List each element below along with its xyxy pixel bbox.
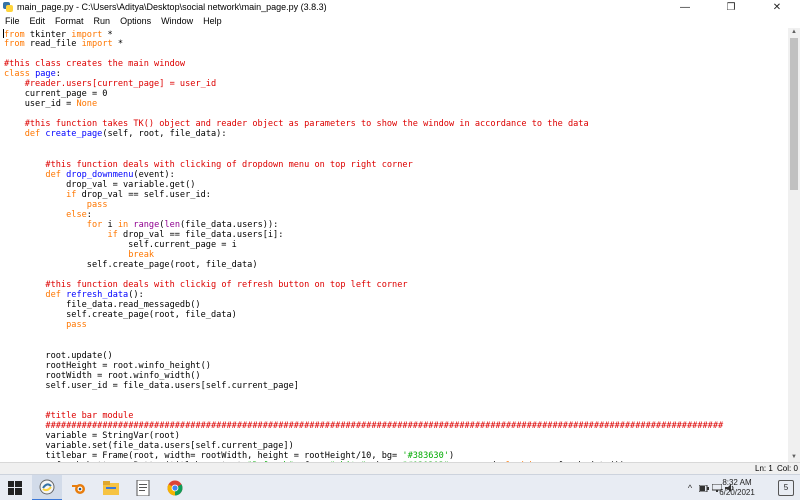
code-line[interactable]: else: [4, 210, 788, 220]
menu-bar: File Edit Format Run Options Window Help [0, 14, 800, 28]
code-line[interactable]: user_id = None [4, 99, 788, 109]
code-line[interactable] [4, 330, 788, 340]
battery-icon[interactable] [698, 475, 710, 500]
code-line[interactable]: #this class creates the main window [4, 59, 788, 69]
code-line[interactable]: for i in range(len(file_data.users)): [4, 220, 788, 230]
idle-python-icon[interactable] [32, 475, 62, 500]
code-line[interactable]: break [4, 250, 788, 260]
code-line[interactable]: rootHeight = root.winfo_height() [4, 361, 788, 371]
close-button[interactable]: ✕ [754, 0, 800, 14]
clock-date: 6/20/2021 [719, 488, 755, 497]
clock-time: 8:32 AM [722, 478, 752, 487]
code-line[interactable] [4, 391, 788, 401]
scroll-up-arrow-icon[interactable]: ▲ [788, 28, 800, 37]
code-line[interactable]: if drop_val == file_data.users[i]: [4, 230, 788, 240]
menu-window[interactable]: Window [156, 16, 198, 26]
code-line[interactable]: self.create_page(root, file_data) [4, 260, 788, 270]
code-line[interactable]: #this function deals with clicking of dr… [4, 160, 788, 170]
code-line[interactable] [4, 340, 788, 350]
menu-help[interactable]: Help [198, 16, 227, 26]
window-title: main_page.py - C:\Users\Aditya\Desktop\s… [17, 2, 327, 12]
menu-edit[interactable]: Edit [25, 16, 51, 26]
code-line[interactable] [4, 270, 788, 280]
code-line[interactable]: #title bar module [4, 411, 788, 421]
code-editor[interactable]: from tkinter import * from read_file impo… [0, 28, 788, 462]
python-idle-icon [3, 2, 13, 12]
code-line[interactable]: def refresh_data(): [4, 290, 788, 300]
menu-run[interactable]: Run [89, 16, 116, 26]
code-line[interactable]: titlebar = Frame(root, width= rootWidth,… [4, 451, 788, 461]
file-explorer-icon[interactable] [96, 475, 126, 500]
code-line[interactable] [4, 49, 788, 59]
code-line[interactable]: from read_file import * [4, 39, 788, 49]
code-line[interactable]: current_page = 0 [4, 89, 788, 99]
code-line[interactable]: def create_page(self, root, file_data): [4, 129, 788, 139]
code-line[interactable]: pass [4, 320, 788, 330]
code-line[interactable] [4, 401, 788, 411]
notification-center-icon[interactable]: 5 [778, 480, 794, 496]
blender-icon[interactable] [64, 475, 94, 500]
code-line[interactable]: root.update() [4, 351, 788, 361]
code-line[interactable] [4, 109, 788, 119]
code-line[interactable]: from tkinter import * [3, 29, 788, 40]
status-bar: Ln: 1 Col: 0 [0, 462, 800, 474]
window-title-bar: main_page.py - C:\Users\Aditya\Desktop\s… [0, 0, 800, 14]
taskbar: ^ 8:32 AM 6/20/2021 5 [0, 474, 800, 500]
code-line[interactable]: self.create_page(root, file_data) [4, 310, 788, 320]
line-indicator: Ln: 1 [755, 464, 773, 473]
chrome-icon[interactable] [160, 475, 190, 500]
code-line[interactable]: #this function deals with clickig of ref… [4, 280, 788, 290]
menu-options[interactable]: Options [115, 16, 156, 26]
code-line[interactable]: pass [4, 200, 788, 210]
code-line[interactable]: #this function takes TK() object and rea… [4, 119, 788, 129]
menu-format[interactable]: Format [50, 16, 89, 26]
vertical-scrollbar[interactable]: ▲ ▼ [788, 28, 800, 462]
code-line[interactable]: file_data.read_messagedb() [4, 300, 788, 310]
scrollbar-thumb[interactable] [790, 38, 798, 190]
chevron-up-icon[interactable]: ^ [684, 475, 696, 500]
code-text-area[interactable]: from tkinter import * from read_file impo… [0, 28, 788, 462]
column-indicator: Col: 0 [777, 464, 798, 473]
code-line[interactable]: #reader.users[current_page] = user_id [4, 79, 788, 89]
code-line[interactable]: self.current_page = i [4, 240, 788, 250]
code-line[interactable] [4, 140, 788, 150]
maximize-button[interactable]: ❐ [708, 0, 754, 14]
code-line[interactable]: drop_val = variable.get() [4, 180, 788, 190]
code-line[interactable]: def drop_downmenu(event): [4, 170, 788, 180]
code-line[interactable]: rootWidth = root.winfo_width() [4, 371, 788, 381]
code-line[interactable]: ########################################… [4, 421, 788, 431]
document-icon[interactable] [128, 475, 158, 500]
code-line[interactable]: self.user_id = file_data.users[self.curr… [4, 381, 788, 391]
system-clock[interactable]: 8:32 AM 6/20/2021 [712, 478, 762, 498]
code-line[interactable]: variable = StringVar(root) [4, 431, 788, 441]
scroll-down-arrow-icon[interactable]: ▼ [788, 453, 800, 462]
code-line[interactable]: class page: [4, 69, 788, 79]
window-controls: — ❐ ✕ [662, 0, 800, 14]
windows-start-icon[interactable] [0, 475, 30, 500]
menu-file[interactable]: File [0, 16, 25, 26]
minimize-button[interactable]: — [662, 0, 708, 14]
code-line[interactable]: if drop_val == self.user_id: [4, 190, 788, 200]
code-line[interactable]: variable.set(file_data.users[self.curren… [4, 441, 788, 451]
code-line[interactable] [4, 150, 788, 160]
